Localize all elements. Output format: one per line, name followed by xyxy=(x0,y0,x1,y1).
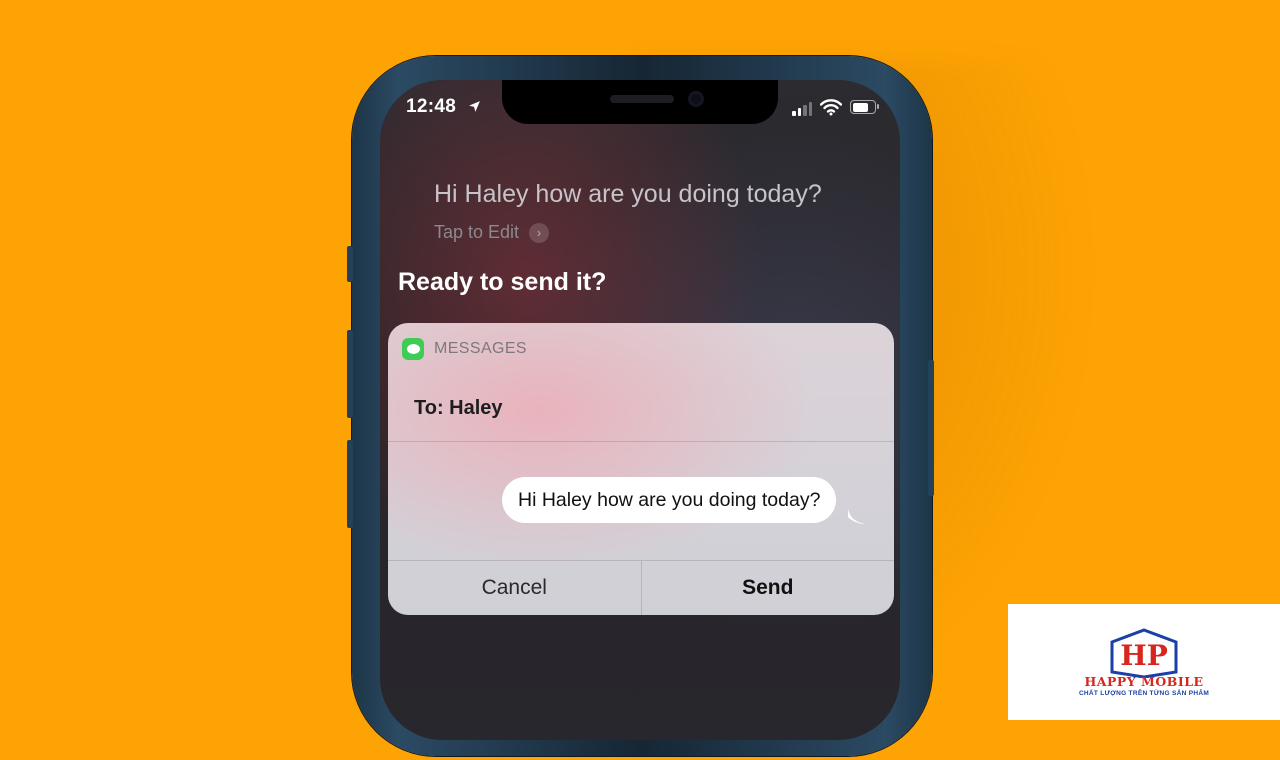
app-label: MESSAGES xyxy=(434,340,528,357)
recipient-field[interactable]: To: Haley xyxy=(414,397,503,420)
messages-app-icon xyxy=(402,338,424,360)
location-arrow-icon xyxy=(469,101,480,112)
battery-level-fill xyxy=(852,102,868,112)
cellular-signal-icon xyxy=(792,102,812,116)
brand-name: HAPPY MOBILE xyxy=(1084,674,1204,689)
side-button-volume-up xyxy=(347,330,353,418)
side-button-power xyxy=(928,360,934,496)
message-bubble-tail xyxy=(848,509,866,524)
message-card: MESSAGES To: Haley Hi Haley how are you … xyxy=(388,323,894,615)
message-bubble[interactable]: Hi Haley how are you doing today? xyxy=(502,477,837,523)
earpiece-speaker xyxy=(610,95,674,103)
battery-icon xyxy=(850,100,879,114)
notch xyxy=(502,80,778,124)
siri-transcript: Hi Haley how are you doing today? xyxy=(434,180,822,208)
phone-screen: 12:48 Hi Haley how are you doing today? … xyxy=(380,80,900,740)
watermark-logo: HP HAPPY MOBILE CHẤT LƯỢNG TRÊN TỪNG SẢN… xyxy=(1008,604,1280,720)
side-button-mute xyxy=(347,246,353,282)
siri-prompt: Ready to send it? xyxy=(398,268,607,296)
svg-text:HP: HP xyxy=(1120,639,1168,672)
wifi-icon xyxy=(820,99,842,116)
brand-tagline: CHẤT LƯỢNG TRÊN TỪNG SẢN PHẨM xyxy=(1078,690,1210,697)
divider xyxy=(388,441,894,442)
front-camera xyxy=(688,91,704,107)
action-row: Cancel Send xyxy=(388,561,894,615)
happy-mobile-logo-mark: HP xyxy=(1110,628,1178,678)
cancel-button[interactable]: Cancel xyxy=(388,561,641,615)
chevron-right-icon: › xyxy=(529,222,550,243)
send-button[interactable]: Send xyxy=(642,561,895,615)
tap-to-edit-label: Tap to Edit xyxy=(434,222,520,242)
side-button-volume-down xyxy=(347,440,353,528)
status-time: 12:48 xyxy=(406,96,457,117)
message-card-header: MESSAGES xyxy=(402,338,527,360)
tap-to-edit-link[interactable]: Tap to Edit › xyxy=(434,222,550,243)
